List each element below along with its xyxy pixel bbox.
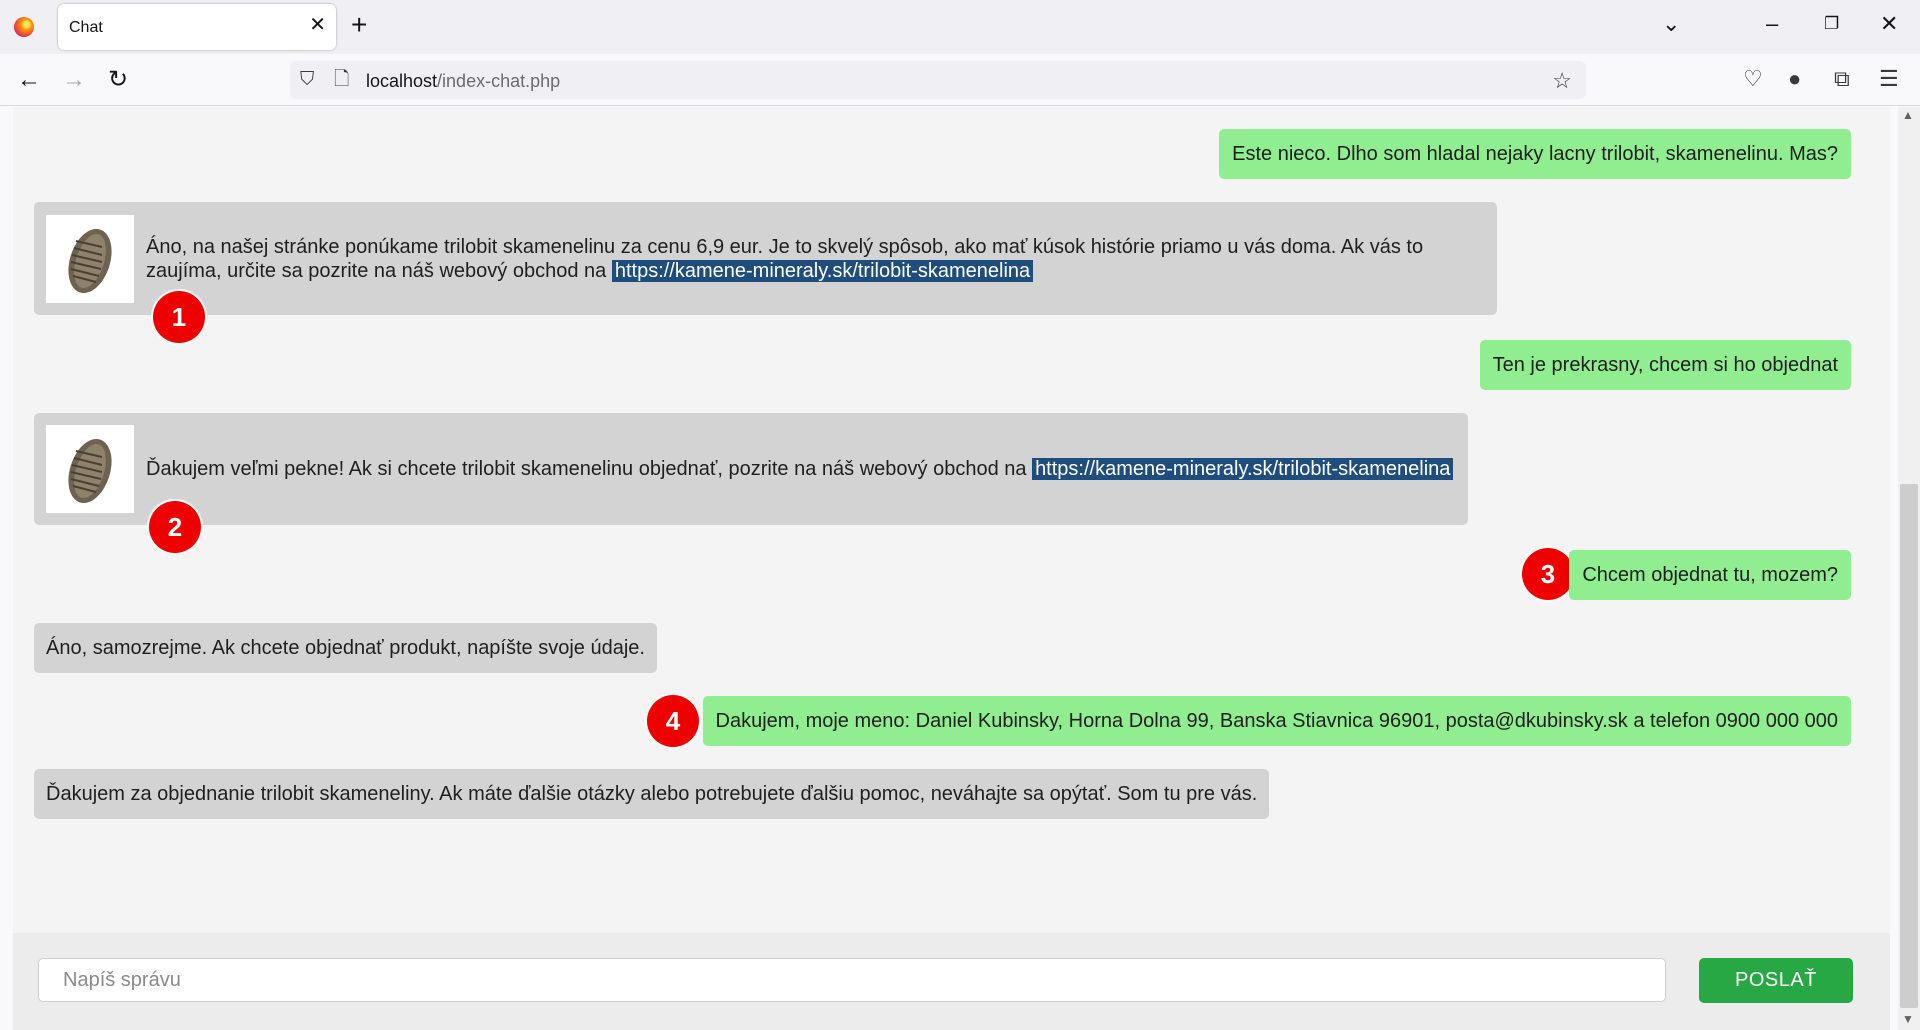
minimize-icon[interactable]: – (1766, 12, 1778, 36)
bot-message-text: Ďakujem veľmi pekne! Ak si chcete trilob… (146, 457, 1454, 481)
navigation-bar: ← → ↻ ⛉ 🗋 localhost/index-chat.php ☆ ♡ ●… (0, 54, 1920, 106)
product-link[interactable]: https://kamene-mineraly.sk/trilobit-skam… (1032, 458, 1454, 480)
pocket-icon[interactable]: ♡ (1743, 66, 1763, 92)
send-button[interactable]: POSLAŤ (1699, 958, 1853, 1003)
annotation-badge: 2 (149, 501, 201, 553)
extensions-icon[interactable]: ⧉ (1834, 66, 1850, 92)
scroll-up-icon[interactable]: ▲ (1902, 108, 1914, 122)
close-tab-icon[interactable]: ✕ (309, 15, 326, 35)
url-bar[interactable]: ⛉ 🗋 localhost/index-chat.php ☆ (290, 61, 1586, 99)
url-path: /index-chat.php (437, 71, 561, 91)
bot-message: Ďakujem za objednanie trilobit skameneli… (34, 769, 1270, 819)
page-icon[interactable]: 🗋 (334, 69, 349, 91)
annotation-badge: 1 (153, 291, 205, 343)
restore-icon[interactable]: ❐ (1824, 12, 1839, 36)
tab-chat[interactable]: Chat ✕ (58, 4, 336, 50)
tab-title: Chat (69, 19, 103, 36)
product-link[interactable]: https://kamene-mineraly.sk/trilobit-skam… (611, 259, 1034, 282)
tab-bar: Chat ✕ + ⌄ – ❐ ✕ (0, 0, 1920, 54)
new-tab-icon[interactable]: + (351, 11, 367, 39)
user-message: Ten je prekrasny, chcem si ho objednat (1479, 340, 1851, 390)
message-composer: POSLAŤ (13, 933, 1890, 1030)
list-tabs-icon[interactable]: ⌄ (1662, 12, 1680, 36)
account-icon[interactable]: ● (1788, 66, 1801, 92)
firefox-logo-icon (14, 17, 34, 37)
forward-icon[interactable]: → (62, 67, 86, 93)
user-message: Chcem objednat tu, mozem? (1569, 550, 1851, 600)
message-input[interactable] (38, 958, 1666, 1002)
bookmark-star-icon[interactable]: ☆ (1552, 68, 1572, 94)
bot-message: Áno, na našej stránke ponúkame trilobit … (34, 202, 1497, 315)
url-text[interactable]: localhost/index-chat.php (366, 71, 560, 92)
trilobite-image (46, 425, 134, 513)
annotation-badge: 3 (1522, 548, 1574, 600)
close-window-icon[interactable]: ✕ (1880, 12, 1898, 36)
bot-message: Áno, samozrejme. Ak chcete objednať prod… (34, 623, 657, 673)
chat-page: Este nieco. Dlho som hladal nejaky lacny… (13, 107, 1890, 1030)
scroll-down-icon[interactable]: ▼ (1902, 1012, 1914, 1026)
shield-icon[interactable]: ⛉ (300, 69, 314, 91)
bot-message: Ďakujem veľmi pekne! Ak si chcete trilob… (34, 413, 1468, 525)
reload-icon[interactable]: ↻ (108, 67, 128, 93)
url-host: localhost (366, 71, 438, 91)
user-message: Dakujem, moje meno: Daniel Kubinsky, Hor… (702, 696, 1851, 746)
menu-icon[interactable]: ☰ (1879, 66, 1899, 92)
scrollbar-thumb[interactable] (1900, 484, 1918, 1008)
user-message: Este nieco. Dlho som hladal nejaky lacny… (1219, 129, 1851, 179)
back-icon[interactable]: ← (17, 67, 41, 93)
annotation-badge: 4 (647, 695, 699, 747)
bot-message-text: Áno, na našej stránke ponúkame trilobit … (146, 235, 1424, 282)
trilobite-image (46, 214, 134, 303)
